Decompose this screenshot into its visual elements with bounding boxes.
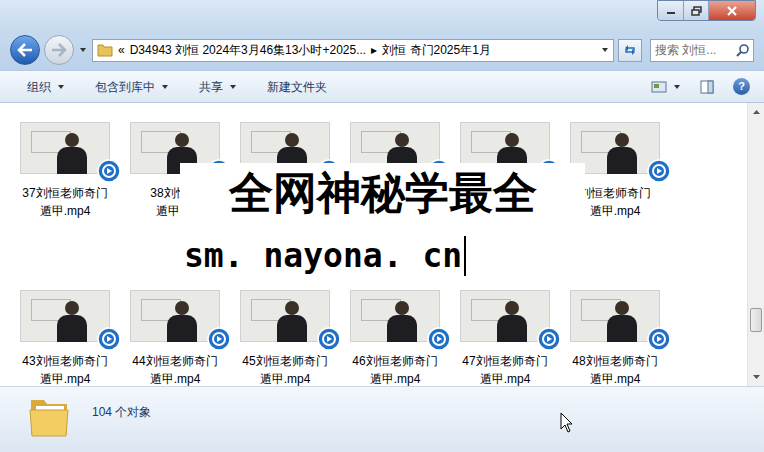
file-name: 遁甲.mp4 [40,202,91,220]
media-player-icon [647,159,671,183]
address-row: « D34943 刘恒 2024年3月46集13小时+2025... ▸ 刘恒 奇门2… [0,30,764,70]
file-item[interactable]: 46刘恒老师奇门遁甲.mp4 [340,290,450,388]
media-player-icon [97,159,121,183]
video-thumbnail [20,290,110,342]
dropdown-icon [79,47,87,53]
forward-button[interactable] [44,35,74,65]
video-thumbnail [460,290,550,342]
file-name: 37刘恒老师奇门 [22,184,107,202]
file-name: 46刘恒老师奇门 [352,352,437,370]
watermark-line: sm. nayona. cn [180,224,527,287]
scrollbar-thumb[interactable] [750,308,762,332]
media-player-icon [647,327,671,351]
file-item[interactable]: 45刘恒老师奇门遁甲.mp4 [230,290,340,388]
toolbar: 组织 包含到库中 共享 新建文件夹? [0,70,764,103]
scroll-down-icon [752,369,761,386]
item-count: 104 个对象 [92,403,151,421]
refresh-icon [623,44,637,56]
file-name: 遁甲.mp4 [590,202,641,220]
file-item[interactable]: 47刘恒老师奇门遁甲.mp4 [450,290,560,388]
minimize-button[interactable] [658,1,684,20]
minimize-icon [666,7,676,15]
file-name: 48刘恒老师奇门 [572,352,657,370]
preview-pane-icon [700,80,714,94]
file-row: 43刘恒老师奇门遁甲.mp444刘恒老师奇门遁甲.mp445刘恒老师奇门遁甲.m… [10,290,747,388]
status-bar: 104 个对象 [0,386,764,452]
address-segment[interactable]: 刘恒 奇门2025年1月 [382,41,592,59]
file-item[interactable]: 48刘恒老师奇门遁甲.mp4 [560,290,670,388]
address-segment[interactable]: D34943 刘恒 2024年3月46集13小时+2025... [130,41,366,59]
title-bar [0,0,764,30]
text-cursor [464,236,466,276]
refresh-button[interactable] [618,39,642,62]
video-thumbnail [570,290,660,342]
help-button[interactable]: ? [733,78,750,95]
folder-icon [28,394,70,438]
mouse-cursor-icon [560,412,574,434]
toolbar-button[interactable]: 新建文件夹 [267,78,327,96]
file-item[interactable]: 37刘恒老师奇门遁甲.mp4 [10,122,120,220]
file-name: 44刘恒老师奇门 [132,352,217,370]
explorer-window: « D34943 刘恒 2024年3月46集13小时+2025... ▸ 刘恒 奇门2… [0,0,764,452]
media-player-icon [317,327,341,351]
address-bar[interactable]: « D34943 刘恒 2024年3月46集13小时+2025... ▸ 刘恒 奇门2… [92,39,614,62]
close-button[interactable] [709,1,755,20]
file-name: 刘恒老师奇门 [579,184,651,202]
file-name: 43刘恒老师奇门 [22,352,107,370]
scroll-up-icon [752,103,761,120]
dropdown-icon [57,84,65,90]
folder-icon [97,43,113,57]
video-thumbnail [350,290,440,342]
dropdown-icon [229,84,237,90]
maximize-button[interactable] [684,1,709,20]
watermark-line: 全网神秘学最全 [180,163,585,222]
history-dropdown[interactable] [78,47,88,53]
address-overflow[interactable]: « [118,41,125,59]
view-button[interactable] [651,81,681,93]
back-arrow-icon [17,43,33,57]
file-name: 47刘恒老师奇门 [462,352,547,370]
dropdown-icon [161,84,169,90]
media-player-icon [537,327,561,351]
media-player-icon [207,327,231,351]
toolbar-button[interactable]: 共享 [199,78,237,96]
address-dropdown-icon [601,47,609,53]
toolbar-button[interactable]: 包含到库中 [95,78,169,96]
file-item[interactable]: 43刘恒老师奇门遁甲.mp4 [10,290,120,388]
file-name: 45刘恒老师奇门 [242,352,327,370]
search-box[interactable]: 搜索 刘恒... [650,39,754,62]
scrollbar[interactable] [747,103,764,386]
forward-arrow-icon [51,43,67,57]
media-player-icon [427,327,451,351]
video-thumbnail [20,122,110,174]
toolbar-button[interactable]: 组织 [27,78,65,96]
file-item[interactable]: 44刘恒老师奇门遁甲.mp4 [120,290,230,388]
address-separator[interactable]: ▸ [371,41,377,59]
video-thumbnail [130,290,220,342]
media-player-icon [97,327,121,351]
preview-pane-button[interactable] [697,80,717,94]
back-button[interactable] [10,35,40,65]
video-thumbnail [240,290,330,342]
search-icon [736,44,749,57]
restore-icon [691,6,702,16]
close-icon [726,6,738,16]
dropdown-icon [673,84,681,90]
view-icon [651,81,667,93]
